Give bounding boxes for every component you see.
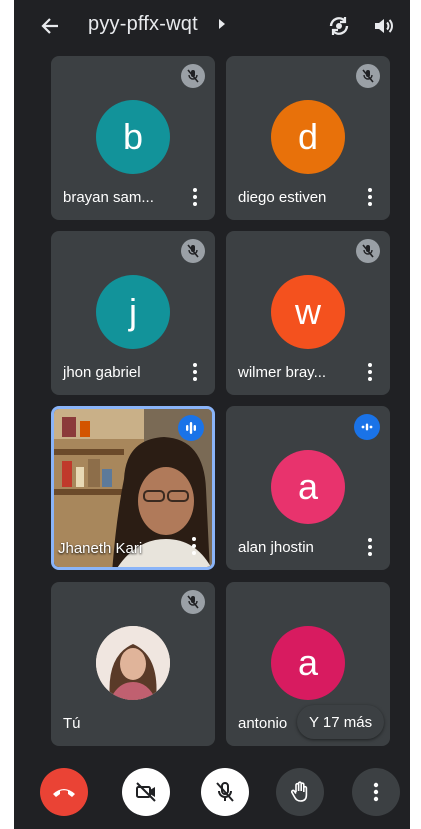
end-call-button[interactable] <box>40 768 88 816</box>
more-vert-icon <box>373 782 379 802</box>
avatar: a <box>271 450 345 524</box>
more-participants-badge[interactable]: Y 17 más <box>297 705 385 739</box>
mic-off-icon <box>356 239 380 263</box>
avatar: b <box>96 100 170 174</box>
videocam-off-icon <box>136 782 156 802</box>
participant-name: brayan sam... <box>63 189 154 206</box>
avatar: d <box>271 100 345 174</box>
more-vert-icon[interactable] <box>189 363 201 381</box>
caret-right-icon[interactable] <box>218 17 226 35</box>
hand-icon <box>291 781 308 802</box>
audio-level-icon <box>354 414 380 440</box>
more-options-button[interactable] <box>352 768 400 816</box>
audio-output-button[interactable] <box>370 12 398 40</box>
more-vert-icon[interactable] <box>364 188 376 206</box>
participant-tile-self[interactable]: Tú <box>51 582 215 746</box>
raise-hand-button[interactable] <box>276 768 324 816</box>
avatar: a <box>271 626 345 700</box>
participant-name: alan jhostin <box>238 539 314 556</box>
participant-tile[interactable]: b brayan sam... <box>51 56 215 220</box>
mic-off-icon <box>181 590 205 614</box>
meeting-code[interactable]: pyy-pffx-wqt <box>88 13 198 36</box>
back-button[interactable] <box>36 12 64 40</box>
participant-tile[interactable]: d diego estiven <box>226 56 390 220</box>
participant-tile[interactable]: a alan jhostin <box>226 406 390 570</box>
switch-camera-button[interactable] <box>325 12 353 40</box>
avatar-photo <box>96 626 170 700</box>
mic-off-icon <box>216 782 234 802</box>
participant-name: diego estiven <box>238 189 327 206</box>
mic-toggle-button[interactable] <box>201 768 249 816</box>
call-end-icon <box>53 789 75 797</box>
arrow-left-icon <box>41 18 58 34</box>
more-vert-icon[interactable] <box>364 538 376 556</box>
call-controls <box>14 760 410 820</box>
participant-name: Jhaneth Kari <box>58 540 143 557</box>
mic-off-icon <box>181 64 205 88</box>
audio-level-icon <box>178 415 204 441</box>
more-vert-icon[interactable] <box>189 188 201 206</box>
mic-off-icon <box>356 64 380 88</box>
participant-tile[interactable]: j jhon gabriel <box>51 231 215 395</box>
speaker-icon <box>375 19 393 33</box>
mic-off-icon <box>181 239 205 263</box>
avatar: w <box>271 275 345 349</box>
camera-toggle-button[interactable] <box>122 768 170 816</box>
avatar: j <box>96 275 170 349</box>
more-vert-icon[interactable] <box>188 537 200 555</box>
switch-camera-icon <box>329 17 349 35</box>
participant-name: wilmer bray... <box>238 364 327 381</box>
more-vert-icon[interactable] <box>364 363 376 381</box>
participant-name: Tú <box>63 715 81 732</box>
top-bar: pyy-pffx-wqt <box>14 0 410 52</box>
participant-name: jhon gabriel <box>63 364 141 381</box>
participant-tile[interactable]: w wilmer bray... <box>226 231 390 395</box>
participant-name: antonio <box>238 715 288 732</box>
meet-call-screen: pyy-pffx-wqt b brayan sam... d diego est… <box>14 0 410 829</box>
participant-tile-video[interactable]: Jhaneth Kari <box>51 406 215 570</box>
